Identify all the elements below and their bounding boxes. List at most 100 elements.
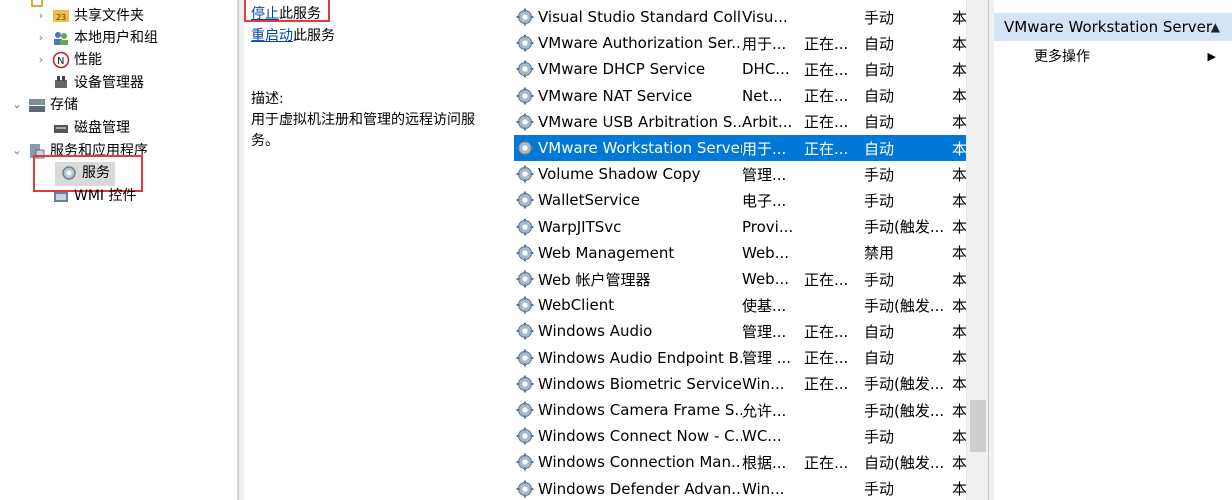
chevron-down-icon[interactable]: ⌄: [10, 140, 24, 162]
service-status: 正在...: [804, 375, 849, 394]
tree-item-services-apps[interactable]: ⌄ 服务和应用程序: [10, 140, 148, 162]
service-row[interactable]: WebClient 使基... 手动(触发... 本: [514, 292, 966, 318]
service-startup-type: 自动: [864, 34, 895, 53]
service-logon-as: 本: [952, 218, 966, 237]
service-row[interactable]: WalletService 电子... 手动 本: [514, 187, 966, 213]
service-logon-as: 本: [952, 349, 966, 368]
tree-item-label: 服务和应用程序: [50, 143, 148, 159]
tree-item-label: 共享文件夹: [74, 8, 144, 24]
service-description: 管理...: [742, 322, 787, 341]
stop-service-link[interactable]: 停止: [251, 6, 279, 22]
service-row[interactable]: Windows Connect Now - C... WC... 手动 本: [514, 423, 966, 449]
service-name: Visual Studio Standard Coll...: [538, 8, 742, 26]
service-row[interactable]: VMware NAT Service Net... 正在... 自动 本: [514, 83, 966, 109]
tree-item-device-manager[interactable]: 设备管理器: [48, 72, 144, 94]
service-description: Visu...: [742, 8, 788, 26]
restart-service-suffix: 此服务: [293, 28, 335, 44]
more-actions-item[interactable]: 更多操作 ▶: [1034, 44, 1222, 68]
service-description: 使基...: [742, 296, 787, 315]
chevron-right-icon[interactable]: ›: [34, 27, 48, 49]
chevron-down-icon[interactable]: ⌄: [10, 94, 24, 116]
service-gear-icon: [514, 399, 536, 421]
service-row[interactable]: VMware USB Arbitration S... Arbit... 正在...…: [514, 109, 966, 135]
svg-text:23: 23: [56, 13, 66, 22]
users-icon: [52, 29, 70, 47]
service-name: Windows Audio: [538, 322, 653, 341]
service-logon-as: 本: [952, 139, 966, 158]
service-startup-type: 手动(触发...: [864, 375, 945, 394]
service-description: 用于...: [742, 139, 787, 158]
service-description: 允许...: [742, 401, 787, 420]
actions-header[interactable]: VMware Workstation Server ▲: [994, 13, 1232, 41]
service-name: Windows Camera Frame S...: [538, 401, 742, 419]
scrollbar-thumb[interactable]: [970, 400, 986, 452]
service-logon-as: 本: [952, 480, 966, 499]
restart-service-link[interactable]: 重启动: [251, 28, 293, 44]
service-startup-type: 手动: [864, 191, 895, 210]
collapse-up-icon[interactable]: ▲: [1211, 20, 1220, 34]
service-gear-icon: [514, 189, 536, 211]
service-name: Web 帐户管理器: [538, 270, 651, 289]
tree-item-performance[interactable]: › N 性能: [34, 49, 102, 71]
service-row[interactable]: Windows Connection Man... 根据... 正在... 自动(触发…: [514, 449, 966, 475]
disk-icon: [52, 119, 70, 137]
service-row[interactable]: Visual Studio Standard Coll... Visu... 手动 本: [514, 4, 966, 30]
tree-item-storage[interactable]: ⌄ 存储: [10, 94, 78, 116]
service-row[interactable]: Windows Biometric Service Win... 正在... 手动(触…: [514, 371, 966, 397]
service-logon-as: 本: [952, 60, 966, 79]
service-startup-type: 手动: [864, 480, 895, 499]
chevron-right-icon[interactable]: ›: [34, 5, 48, 27]
service-gear-icon: [514, 111, 536, 133]
service-row[interactable]: VMware Workstation Server 用于... 正在... 自动 本: [514, 135, 966, 161]
service-gear-icon: [514, 268, 536, 290]
tree-item-wmi[interactable]: WMI 控件: [48, 185, 137, 207]
tree-item-local-users[interactable]: › 本地用户和组: [34, 27, 158, 49]
service-startup-type: 自动: [864, 87, 895, 106]
service-name: VMware Workstation Server: [538, 139, 742, 157]
service-row[interactable]: Windows Audio 管理... 正在... 自动 本: [514, 318, 966, 344]
service-name: Windows Connect Now - C...: [538, 427, 742, 446]
tree-item-services[interactable]: 服务: [56, 162, 110, 184]
service-row[interactable]: Web Management Web... 禁用 本: [514, 240, 966, 266]
service-status: 正在...: [804, 139, 849, 158]
tree-item-label: 服务: [82, 165, 110, 181]
actions-header-label: VMware Workstation Server: [1004, 18, 1213, 36]
service-gear-icon: [514, 294, 536, 316]
service-row[interactable]: Web 帐户管理器 Web... 正在... 手动 本: [514, 266, 966, 292]
service-row[interactable]: WarpJITSvc Provi... 手动(触发... 本: [514, 214, 966, 240]
service-startup-type: 手动(触发...: [864, 401, 945, 420]
stop-service-suffix: 此服务: [279, 6, 321, 22]
service-startup-type: 禁用: [864, 244, 895, 263]
service-startup-type: 自动(触发...: [864, 453, 945, 472]
description-text: 用于虚拟机注册和管理的远程访问服务。: [251, 112, 475, 149]
service-name: Volume Shadow Copy: [538, 165, 701, 184]
tree-item-disk-management[interactable]: 磁盘管理: [48, 117, 130, 139]
service-row[interactable]: VMware Authorization Ser... 用于... 正在... 自动 本: [514, 30, 966, 56]
vertical-scrollbar[interactable]: [966, 0, 988, 500]
service-row[interactable]: Volume Shadow Copy 管理... 手动 本: [514, 161, 966, 187]
restart-service-line: 重启动此服务: [251, 25, 335, 45]
chevron-right-icon[interactable]: ›: [34, 49, 48, 71]
service-logon-as: 本: [952, 87, 966, 106]
service-status: 正在...: [804, 270, 849, 289]
service-logon-as: 本: [952, 244, 966, 263]
service-row[interactable]: Windows Audio Endpoint B... 管理 ... 正在... 自动…: [514, 345, 966, 371]
service-name: Windows Biometric Service: [538, 374, 742, 393]
tree-item-shared-folders[interactable]: › 23 共享文件夹: [34, 5, 144, 27]
service-description: Win...: [742, 479, 785, 498]
service-row[interactable]: VMware DHCP Service DHC... 正在... 自动 本: [514, 56, 966, 82]
service-description: 根据...: [742, 453, 787, 472]
tree-item-label: 性能: [74, 52, 102, 68]
service-name: Windows Defender Advan...: [538, 479, 742, 498]
service-status: 正在...: [804, 349, 849, 368]
service-gear-icon: [514, 320, 536, 342]
service-name: Windows Connection Man...: [538, 453, 742, 472]
service-gear-icon: [514, 425, 536, 447]
service-logon-as: 本: [952, 453, 966, 472]
service-gear-icon: [514, 451, 536, 473]
service-row[interactable]: Windows Defender Advan... Win... 手动 本: [514, 476, 966, 500]
service-status: 正在...: [804, 87, 849, 106]
service-row[interactable]: Windows Camera Frame S... 允许... 手动(触发... 本: [514, 397, 966, 423]
shared-folder-icon: 23: [52, 7, 70, 25]
service-logon-as: 本: [952, 322, 966, 341]
